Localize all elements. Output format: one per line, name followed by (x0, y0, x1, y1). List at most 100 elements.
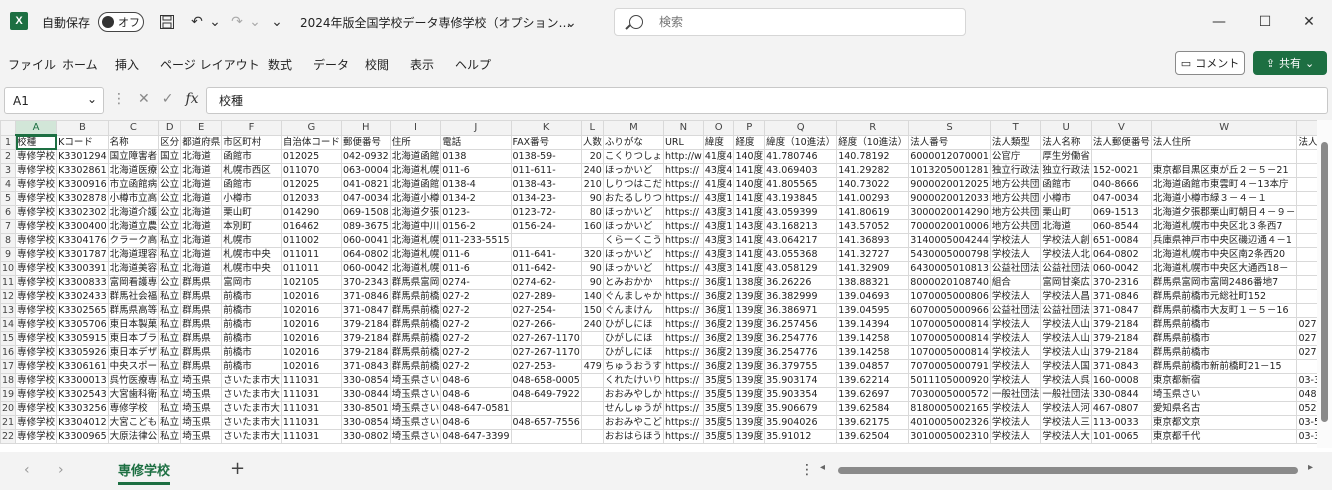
cell[interactable]: 群馬県前橋 (389, 359, 442, 374)
search-box[interactable] (614, 8, 966, 36)
cell[interactable]: https:// (662, 261, 704, 276)
cell[interactable]: https:// (662, 163, 704, 178)
cell[interactable]: 141.36893 (836, 233, 910, 248)
cell[interactable]: 埼玉県 (180, 415, 223, 430)
cell[interactable]: こくりつしょ (602, 149, 664, 164)
cell[interactable]: 041-0821 (340, 177, 391, 192)
cell[interactable]: 北海道 (180, 205, 223, 220)
column-header[interactable]: F (221, 120, 282, 136)
row-header[interactable]: 7 (0, 219, 17, 234)
cell[interactable]: 36.257456 (764, 317, 838, 332)
cell[interactable]: 公益社団法 (1040, 303, 1092, 318)
save-icon[interactable] (156, 11, 178, 33)
cell[interactable]: ひがしにほ (602, 345, 664, 360)
cell[interactable]: https:// (662, 429, 704, 444)
cell[interactable]: 埼玉県 (180, 373, 223, 388)
cell[interactable]: 学校法人山 (1040, 345, 1092, 360)
horizontal-scrollbar[interactable]: ◂ ▸ (820, 462, 1318, 475)
column-header[interactable]: C (107, 120, 160, 136)
cancel-icon[interactable]: ✕ (138, 91, 150, 107)
name-box-chevron-down-icon[interactable]: ⌄ (87, 92, 97, 106)
cell[interactable]: ほっかいど (602, 219, 664, 234)
row-header[interactable]: 8 (0, 233, 17, 248)
cell[interactable]: 143度 (733, 219, 766, 234)
cell[interactable]: 0123- (440, 205, 512, 220)
cell[interactable]: 学校法人 (989, 233, 1042, 248)
cell[interactable]: くれたけいり (602, 373, 664, 388)
cell[interactable]: 35.903174 (764, 373, 838, 388)
cell[interactable]: 139.04857 (836, 359, 910, 374)
cell[interactable]: 35度5 (702, 401, 735, 416)
cell[interactable]: 学校法人 (989, 401, 1042, 416)
document-title[interactable]: 2024年版全国学校データ専修学校（オプション… (300, 14, 571, 31)
cell[interactable]: 8180005002165 (908, 401, 991, 416)
cell[interactable]: 学校法人山 (1040, 317, 1092, 332)
cell[interactable]: K3304012 (56, 415, 109, 430)
cell[interactable]: 北海道札幌 (389, 163, 442, 178)
cell[interactable]: 経度 (733, 134, 766, 150)
cell[interactable]: 064-0802 (1090, 247, 1152, 262)
cell[interactable]: 住所 (389, 134, 442, 150)
column-header[interactable]: L (580, 120, 604, 136)
cell[interactable]: 独立行政法 (1040, 163, 1092, 178)
cell[interactable]: 北海道函館市東雲町４－13本庁 (1150, 177, 1298, 192)
enter-icon[interactable]: ✓ (162, 91, 174, 107)
cell[interactable]: 35度5 (702, 429, 735, 444)
maximize-button[interactable]: ☐ (1242, 0, 1288, 44)
cell[interactable]: 名称 (107, 134, 160, 150)
cell[interactable]: 069-1513 (1090, 205, 1152, 220)
cell[interactable]: 011070 (280, 163, 342, 178)
cell[interactable]: 3010005002310 (908, 429, 991, 444)
cell[interactable]: 国立 (158, 149, 182, 164)
cell[interactable]: ひがしにほ (602, 331, 664, 346)
cell[interactable]: 学校法人山 (1040, 331, 1092, 346)
cell[interactable]: 埼玉県さい (389, 373, 442, 388)
cell[interactable]: 139度 (733, 317, 766, 332)
cell[interactable]: 36.254776 (764, 331, 838, 346)
cell[interactable]: 前橋市 (221, 331, 282, 346)
cell[interactable]: 専修学校 (15, 415, 58, 430)
column-header[interactable]: O (702, 120, 735, 136)
row-header[interactable]: 3 (0, 163, 17, 178)
cell[interactable]: 43度3 (702, 233, 735, 248)
cell[interactable]: 専修学校 (15, 289, 58, 304)
cell[interactable]: 地方公共団 (989, 191, 1042, 206)
cell[interactable]: 1070005000814 (908, 317, 991, 332)
cell[interactable]: 校種 (15, 134, 58, 150)
cell[interactable]: 私立 (158, 247, 182, 262)
cell[interactable]: 6430005010813 (908, 261, 991, 276)
cell[interactable] (510, 401, 582, 416)
cell[interactable]: 公官庁 (989, 149, 1042, 164)
cell[interactable]: 北海道函館 (389, 149, 442, 164)
cell[interactable]: 群馬県 (180, 275, 223, 290)
cell[interactable]: K3302543 (56, 387, 109, 402)
row-header[interactable]: 1 (0, 134, 17, 150)
cell[interactable]: 027-2 (440, 345, 512, 360)
cell[interactable]: 学校法人創 (1040, 233, 1092, 248)
cell[interactable]: 専修学校 (15, 345, 58, 360)
cell[interactable]: 139.04693 (836, 289, 910, 304)
cell[interactable]: 富岡市 (221, 275, 282, 290)
cell[interactable]: 学校法人三 (1040, 415, 1092, 430)
cell[interactable]: 141.00293 (836, 191, 910, 206)
cell[interactable]: 43度1 (702, 191, 735, 206)
cell[interactable]: 人数 (580, 134, 604, 150)
cell[interactable]: 36度2 (702, 289, 735, 304)
column-header[interactable]: I (389, 120, 442, 136)
cell[interactable]: ちゅうおうす (602, 359, 664, 374)
cell[interactable]: 北海道札幌 (389, 233, 442, 248)
cell[interactable]: 35.91012 (764, 429, 838, 444)
cell[interactable]: 102016 (280, 303, 342, 318)
cell[interactable]: 兵庫県神戸市中央区磯辺通４－1 (1150, 233, 1298, 248)
cell[interactable]: 私立 (158, 415, 182, 430)
cell[interactable]: 緯度（10進法） (764, 134, 838, 150)
cell[interactable]: 一般社団法 (1040, 387, 1092, 402)
cell[interactable]: 私立 (158, 345, 182, 360)
cell[interactable]: 1070005000806 (908, 289, 991, 304)
cell[interactable]: 北海道 (180, 233, 223, 248)
row-header[interactable]: 17 (0, 359, 17, 374)
cell[interactable]: 群馬県前橋 (389, 289, 442, 304)
cell[interactable]: 111031 (280, 373, 342, 388)
cell[interactable]: 35度5 (702, 373, 735, 388)
cell[interactable]: 法人類型 (989, 134, 1042, 150)
